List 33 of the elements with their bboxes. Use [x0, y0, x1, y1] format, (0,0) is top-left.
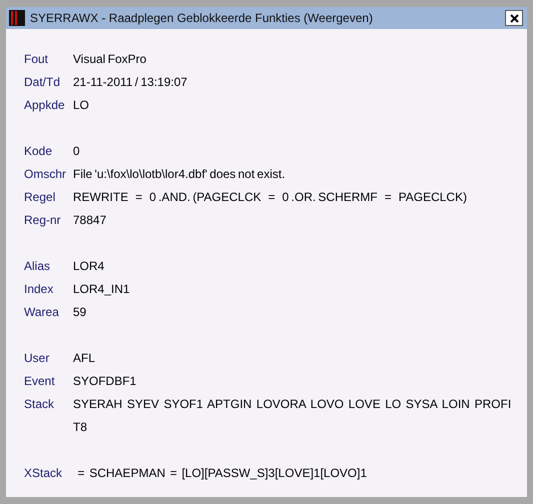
field-value: SYOFDBF1 [73, 373, 136, 390]
field-label: Appkde [24, 97, 66, 114]
field-value: REWRITE = 0 .AND. (PAGECLCK = 0 .OR. SCHERMF = PAGECLCK) [73, 189, 467, 206]
field-value: 0 [73, 143, 80, 160]
field-label: Warea [24, 304, 60, 321]
field-value: Visual FoxPro [73, 51, 146, 68]
field-value: LOR4 [73, 258, 104, 275]
field-label: Reg-nr [24, 212, 62, 229]
field-value: LOR4_IN1 [73, 281, 130, 298]
field-value: AFL [73, 350, 96, 367]
field-value: SYERAH SYEV SYOF1 APTGIN LOVORA LOVO LOVE LO SYSA LOIN PROFI [73, 396, 512, 413]
field-label: Dat/Td [24, 74, 62, 91]
field-value: T8 [73, 419, 88, 436]
field-label: User [24, 350, 50, 367]
field-label: Alias [24, 258, 52, 275]
field-label: Event [24, 373, 56, 390]
field-value: 21-11-2011 / 13:19:07 [73, 74, 188, 91]
field-value: LO [73, 97, 90, 114]
field-label: Regel [24, 189, 56, 206]
field-label: Fout [24, 51, 50, 68]
app-icon [9, 10, 25, 26]
field-value: 78847 [73, 212, 106, 229]
window-title: SYERRAWX - Raadplegen Geblokkeerde Funkties (Weergeven) [30, 11, 374, 25]
field-label: XStack [24, 465, 64, 482]
field-label: Omschr [24, 166, 67, 183]
field-label: Index [24, 281, 54, 298]
field-label: Kode [24, 143, 54, 160]
field-value: 59 [73, 304, 86, 321]
close-icon [510, 14, 518, 22]
field-label: Stack [24, 396, 56, 413]
field-value: File 'u:\fox\lo\lotb\lor4.dbf' does not exist. [73, 166, 286, 183]
close-button[interactable] [505, 10, 523, 26]
field-value: = SCHAEPMAN = [LO][PASSW_S]3[LOVE]1[LOVO]1 [76, 465, 367, 482]
